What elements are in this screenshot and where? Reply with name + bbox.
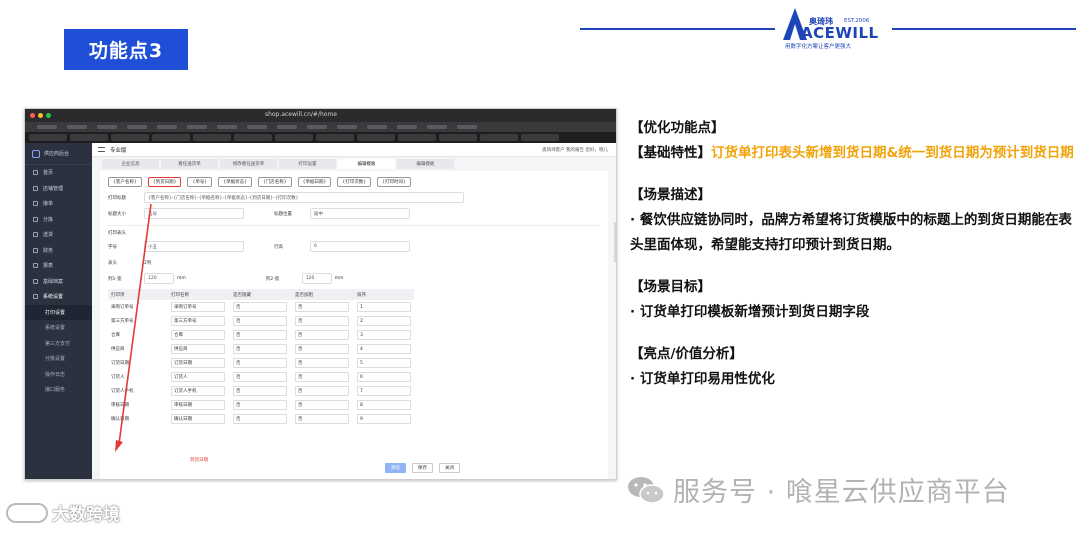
watermark-right-text: 服务号 · 喰星云供应商平台 (673, 477, 1010, 508)
opt-title: 【优化功能点】 (630, 120, 725, 136)
acewill-logo: 奥琦玮 EST.2006 ACEWILL 用数字化方案让客户更强大 (783, 6, 883, 52)
logo-wordmark: ACEWILL (801, 24, 879, 42)
annotation-arrow-icon (115, 203, 152, 452)
brand-icon (6, 502, 48, 523)
base-label: 【基础特性】 (630, 145, 711, 161)
wechat-icon (628, 476, 665, 504)
goal-text: · 订货单打印模板新增预计到货日期字段 (630, 304, 870, 320)
watermark-right: 服务号 · 喰星云供应商平台 (627, 470, 1010, 509)
header-rule-right (892, 28, 1076, 30)
description-panel: 【优化功能点】 【基础特性】订货单打印表头新增到货日期&统一到货日期为预计到货日… (630, 116, 1076, 392)
value-title: 【亮点/价值分析】 (630, 346, 743, 362)
base-feature: 【基础特性】订货单打印表头新增到货日期&统一到货日期为预计到货日期 (630, 141, 1076, 166)
goal-title: 【场景目标】 (630, 279, 711, 295)
scene-title: 【场景描述】 (630, 187, 711, 203)
scene-text: · 餐饮供应链协同时，品牌方希望将订货模版中的标题上的到货日期能在表头里面体现，… (630, 212, 1072, 253)
header-rule-left (580, 28, 775, 30)
slide-title-badge: 功能点3 (64, 29, 188, 70)
value-text: · 订货单打印易用性优化 (630, 371, 775, 387)
watermark-left: 大数跨境 (6, 500, 120, 525)
base-text: 订货单打印表头新增到货日期&统一到货日期为预计到货日期 (711, 145, 1074, 161)
scroll-indicator (614, 222, 616, 262)
logo-tagline: 用数字化方案让客户更强大 (785, 44, 852, 50)
browser-screenshot: shop.acewill.cn/#/home 供应商后台 首页 店铺管理 接单 … (24, 108, 617, 480)
watermark-left-text: 大数跨境 (52, 505, 120, 525)
